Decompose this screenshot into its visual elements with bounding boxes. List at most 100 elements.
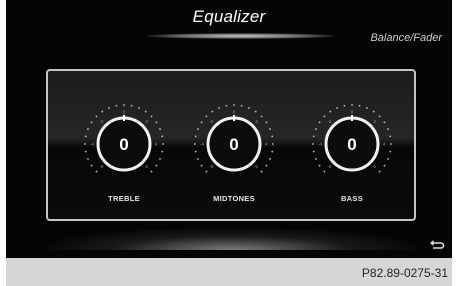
- dial-tick: [318, 164, 321, 167]
- figure-caption-bar: P82.89-0275-31: [6, 258, 452, 286]
- balance-fader-tab[interactable]: Balance/Fader: [370, 32, 442, 44]
- dial-tick: [194, 150, 197, 153]
- dial-scale-label: -4: [318, 142, 322, 147]
- dial-tick: [315, 158, 317, 160]
- dial-tick: [272, 143, 274, 145]
- dial-tick: [130, 104, 133, 107]
- dial-tick: [161, 135, 164, 138]
- dial-tick: [343, 104, 346, 107]
- dial-tick: [271, 135, 274, 138]
- dial-tick: [84, 135, 87, 138]
- dial-scale-label: 4: [265, 142, 268, 147]
- dial-tick: [389, 150, 392, 153]
- dial-tick: [387, 158, 389, 160]
- page-title: Equalizer: [192, 7, 266, 26]
- dial-tick: [260, 170, 263, 173]
- dial-tick: [233, 104, 235, 106]
- dial-tick: [389, 135, 392, 138]
- treble-knob[interactable]: -6 -4 -2 0 2 4 6 0: [74, 92, 174, 192]
- dial-scale-label: 4: [383, 142, 386, 147]
- dial-tick: [318, 121, 321, 124]
- dial-scale-label: -2: [99, 119, 103, 124]
- dial-tick: [95, 115, 98, 118]
- figure-reference: P82.89-0275-31: [361, 266, 448, 280]
- dial-tick: [90, 121, 93, 124]
- dial-tick: [336, 107, 338, 109]
- dial-tick: [200, 164, 203, 167]
- dial-tick: [269, 128, 271, 130]
- dial-tick: [162, 143, 164, 145]
- dial-tick: [150, 115, 153, 118]
- dial-tick: [200, 121, 203, 124]
- dial-tick: [108, 107, 110, 109]
- dial-tick: [205, 170, 208, 173]
- dial-tick: [240, 104, 243, 107]
- dial-scale-label: 6: [145, 164, 148, 169]
- title-underline: [146, 33, 336, 39]
- dial-scale-label: -2: [327, 119, 331, 124]
- dial-tick: [271, 150, 274, 153]
- equalizer-screen: Equalizer Balance/Fader -6 -4 -2 0 2 4 6 0 TREB…: [6, 0, 452, 258]
- dial-tick: [323, 170, 326, 173]
- dial-tick: [329, 110, 332, 113]
- dial-tick: [383, 164, 386, 167]
- dial-scale-label: -4: [90, 142, 94, 147]
- dial-tick: [123, 104, 125, 106]
- dial-tick: [351, 104, 353, 106]
- dial-scale-label: 0: [351, 110, 354, 115]
- midtones-knob[interactable]: -6 -4 -2 0 2 4 6 0: [184, 92, 284, 192]
- treble-label: TREBLE: [108, 194, 140, 203]
- equalizer-panel: -6 -4 -2 0 2 4 6 0 TREBLE -6 -4 -2 0 2 4 6 0 MIDTONES …: [46, 69, 416, 221]
- knob-value: 0: [229, 135, 238, 154]
- treble-control[interactable]: -6 -4 -2 0 2 4 6 0 TREBLE: [74, 92, 174, 203]
- dial-tick: [138, 107, 140, 109]
- dial-scale-label: -4: [200, 142, 204, 147]
- dial-tick: [95, 170, 98, 173]
- back-arrow-icon[interactable]: [429, 238, 445, 250]
- bass-knob[interactable]: -6 -4 -2 0 2 4 6 0: [302, 92, 402, 192]
- dial-tick: [390, 143, 392, 145]
- dial-tick: [312, 143, 314, 145]
- dial-tick: [366, 107, 368, 109]
- dial-tick: [197, 158, 199, 160]
- dial-tick: [205, 115, 208, 118]
- panel-reflection: [46, 228, 416, 250]
- dial-tick: [218, 107, 220, 109]
- dial-tick: [211, 110, 214, 113]
- dial-tick: [260, 115, 263, 118]
- dial-scale-label: 4: [155, 142, 158, 147]
- dial-tick: [254, 110, 257, 113]
- dial-tick: [323, 115, 326, 118]
- dial-scale-label: -6: [209, 164, 213, 169]
- dial-tick: [87, 158, 89, 160]
- dial-scale-label: 2: [255, 119, 258, 124]
- dial-tick: [197, 128, 199, 130]
- dial-tick: [265, 164, 268, 167]
- dial-tick: [265, 121, 268, 124]
- bass-control[interactable]: -6 -4 -2 0 2 4 6 0 BASS: [302, 92, 402, 203]
- dial-tick: [155, 164, 158, 167]
- bass-label: BASS: [340, 194, 364, 203]
- dial-tick: [194, 143, 196, 145]
- dial-scale-label: -2: [209, 119, 213, 124]
- dial-tick: [378, 115, 381, 118]
- midtones-label: MIDTONES: [213, 194, 255, 203]
- dial-tick: [159, 158, 161, 160]
- knob-value: 0: [119, 135, 128, 154]
- dial-tick: [84, 143, 86, 145]
- dial-tick: [315, 128, 317, 130]
- dial-scale-label: -6: [99, 164, 103, 169]
- dial-tick: [248, 107, 250, 109]
- dial-tick: [87, 128, 89, 130]
- dial-scale-label: 2: [373, 119, 376, 124]
- dial-tick: [115, 104, 118, 107]
- dial-tick: [159, 128, 161, 130]
- dial-tick: [372, 110, 375, 113]
- dial-tick: [101, 110, 104, 113]
- dial-scale-label: 2: [145, 119, 148, 124]
- midtones-control[interactable]: -6 -4 -2 0 2 4 6 0 MIDTONES: [184, 92, 284, 203]
- dial-scale-label: 0: [123, 110, 126, 115]
- dial-tick: [269, 158, 271, 160]
- dial-scale-label: -6: [327, 164, 331, 169]
- dial-scale-label: 0: [233, 110, 236, 115]
